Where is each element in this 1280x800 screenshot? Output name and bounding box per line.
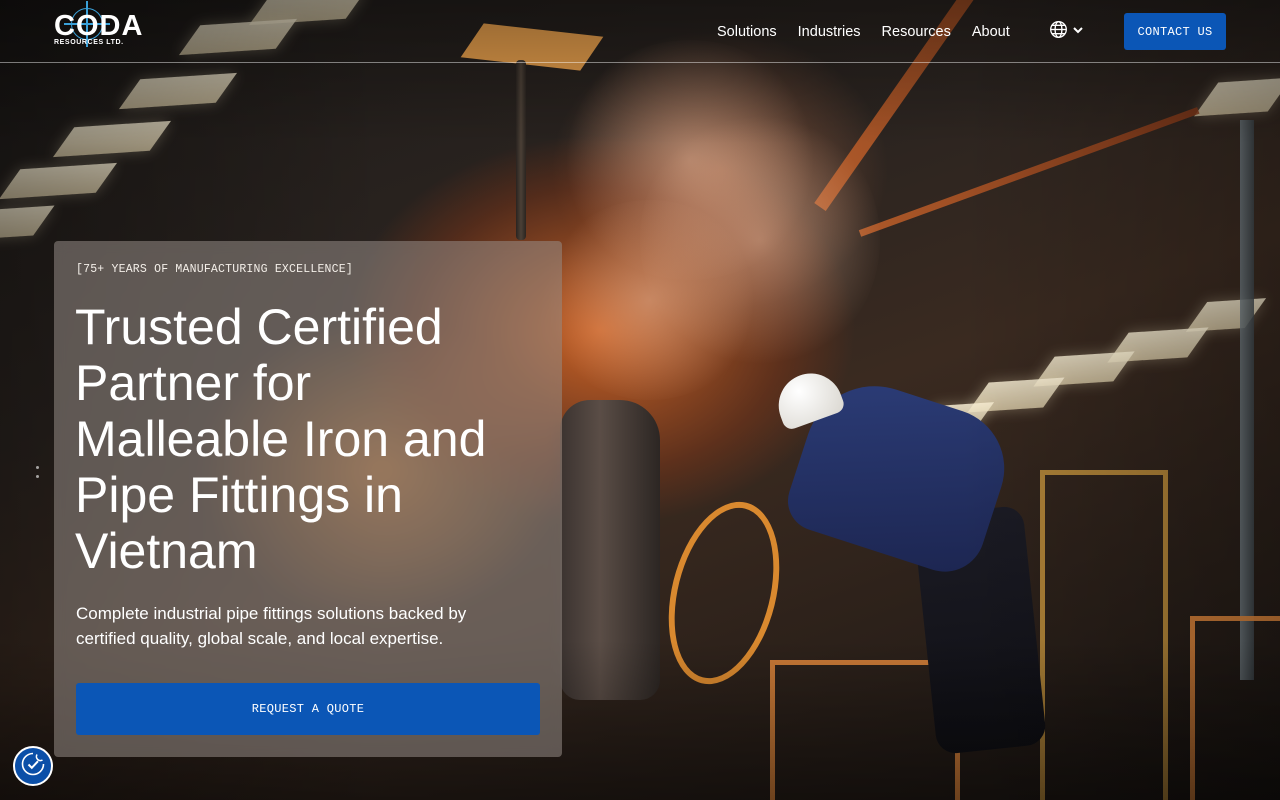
nav-item-industries[interactable]: Industries [798, 22, 861, 42]
hero-eyebrow: [75+ YEARS OF MANUFACTURING EXCELLENCE] [76, 263, 353, 276]
hero-section: CODA RESOURCES LTD. Solutions Industries… [0, 0, 1280, 800]
globe-icon [1049, 20, 1068, 44]
cookie-settings-button[interactable] [13, 746, 53, 786]
slider-dot[interactable] [36, 475, 39, 478]
brand-logo[interactable]: CODA RESOURCES LTD. [54, 1, 144, 54]
logo-wordmark: CODA [54, 10, 144, 42]
nav-item-solutions[interactable]: Solutions [717, 22, 777, 42]
language-selector[interactable] [1049, 20, 1084, 44]
chevron-down-icon [1072, 23, 1084, 41]
slider-dot[interactable] [36, 466, 39, 469]
cookie-settings-icon [20, 751, 46, 782]
nav-item-about[interactable]: About [972, 22, 1010, 42]
contact-us-button[interactable]: CONTACT US [1124, 13, 1226, 50]
main-nav: Solutions Industries Resources About [717, 22, 1031, 42]
site-header: CODA RESOURCES LTD. Solutions Industries… [0, 0, 1280, 63]
hero-subtext: Complete industrial pipe fittings soluti… [76, 604, 467, 648]
logo-subtitle: RESOURCES LTD. [54, 39, 124, 46]
request-quote-button[interactable]: REQUEST A QUOTE [76, 683, 540, 735]
hero-headline: Trusted Certified Partner for Malleable … [75, 299, 487, 579]
slider-dots [36, 466, 39, 484]
nav-item-resources[interactable]: Resources [882, 22, 951, 42]
hero-card: [75+ YEARS OF MANUFACTURING EXCELLENCE] … [54, 241, 562, 757]
